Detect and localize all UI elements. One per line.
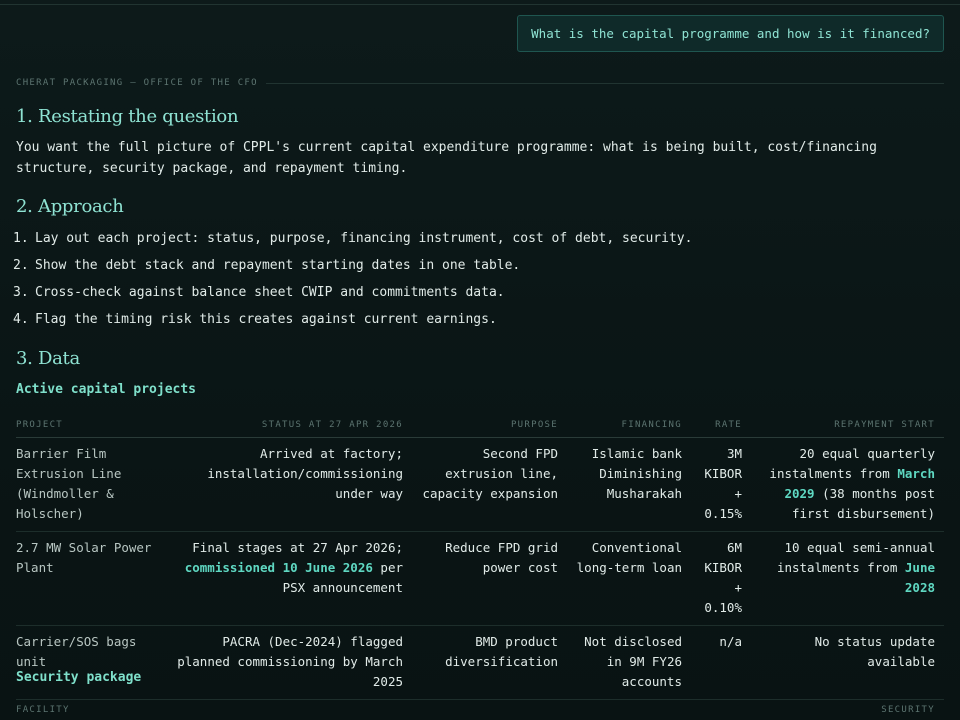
approach-step: 1. Lay out each project: status, purpose,…	[13, 231, 692, 246]
repayment-cell: 10 equal semi-annual instalments from Ju…	[751, 531, 944, 626]
status-text: Arrived at factory; installation/commiss…	[207, 446, 403, 501]
section-heading-restating: 1. Restating the question	[16, 106, 239, 127]
user-query-text: What is the capital programme and how is…	[531, 26, 930, 41]
approach-step: 2. Show the debt stack and repayment star…	[13, 258, 520, 273]
step-number: 1.	[13, 231, 29, 246]
column-header-financing: FINANCING	[567, 412, 691, 438]
approach-step: 3. Cross-check against balance sheet CWIP…	[13, 285, 505, 300]
section-heading-data: 3. Data	[16, 348, 80, 369]
column-header-repayment: REPAYMENT START	[751, 412, 944, 438]
repayment-cell: No status update available	[751, 625, 944, 700]
step-number: 4.	[13, 312, 29, 327]
restating-paragraph: You want the full picture of CPPL's curr…	[16, 140, 877, 176]
column-header-purpose: PURPOSE	[412, 412, 567, 438]
rate-cell: n/a	[691, 625, 751, 700]
approach-step: 4. Flag the timing risk this creates agai…	[13, 312, 497, 327]
purpose-cell: Reduce FPD grid power cost	[412, 531, 567, 626]
column-header-project: PROJECT	[16, 412, 168, 438]
purpose-cell: BMD product diversification	[412, 625, 567, 700]
report-header: CHERAT PACKAGING — OFFICE OF THE CFO	[16, 76, 944, 90]
report-header-label: CHERAT PACKAGING — OFFICE OF THE CFO	[16, 78, 258, 88]
step-number: 2.	[13, 258, 29, 273]
table-row: Barrier Film Extrusion Line (Windmoller …	[16, 437, 944, 532]
table-row: 2.7 MW Solar Power Plant Final stages at…	[16, 531, 944, 626]
project-name-cell: 2.7 MW Solar Power Plant	[16, 531, 168, 626]
rate-cell: 3M KIBOR + 0.15%	[691, 437, 751, 532]
step-text: Flag the timing risk this creates agains…	[35, 312, 497, 327]
column-header-security: SECURITY	[881, 705, 935, 715]
project-name-cell: Carrier/SOS bags unit	[16, 625, 168, 700]
purpose-cell: Second FPD extrusion line, capacity expa…	[412, 437, 567, 532]
column-header-status: STATUS AT 27 APR 2026	[168, 412, 412, 438]
step-text: Cross-check against balance sheet CWIP a…	[35, 285, 505, 300]
status-cell: Arrived at factory; installation/commiss…	[168, 437, 412, 532]
user-query-bubble: What is the capital programme and how is…	[517, 15, 944, 52]
column-header-rate: RATE	[691, 412, 751, 438]
financing-cell: Not disclosed in 9M FY26 accounts	[567, 625, 691, 700]
security-table-header: FACILITY SECURITY	[16, 705, 944, 715]
repayment-date-highlight: June 2028	[904, 560, 935, 595]
financing-cell: Conventional long-term loan	[567, 531, 691, 626]
step-number: 3.	[13, 285, 29, 300]
repayment-cell: 20 equal quarterly instalments from Marc…	[751, 437, 944, 532]
project-name-cell: Barrier Film Extrusion Line (Windmoller …	[16, 437, 168, 532]
step-text: Lay out each project: status, purpose, f…	[35, 231, 693, 246]
status-cell: PACRA (Dec-2024) flagged planned commiss…	[168, 625, 412, 700]
financing-cell: Islamic bank Diminishing Musharakah	[567, 437, 691, 532]
rate-cell: 6M KIBOR + 0.10%	[691, 531, 751, 626]
table-header-row: PROJECT STATUS AT 27 APR 2026 PURPOSE FI…	[16, 412, 944, 438]
step-text: Show the debt stack and repayment starti…	[35, 258, 521, 273]
projects-table: PROJECT STATUS AT 27 APR 2026 PURPOSE FI…	[16, 412, 944, 700]
top-divider	[0, 4, 960, 5]
table-row: Carrier/SOS bags unit PACRA (Dec-2024) f…	[16, 625, 944, 700]
column-header-facility: FACILITY	[16, 705, 70, 715]
sub-heading-active-projects: Active capital projects	[16, 382, 197, 397]
section-heading-approach: 2. Approach	[16, 196, 124, 217]
header-divider	[265, 82, 944, 84]
status-text: Final stages at 27 Apr 2026;	[192, 540, 403, 555]
status-highlight: commissioned 10 June 2026	[184, 560, 373, 575]
sub-heading-security-package: Security package	[16, 670, 142, 685]
status-cell: Final stages at 27 Apr 2026; commissione…	[168, 531, 412, 626]
